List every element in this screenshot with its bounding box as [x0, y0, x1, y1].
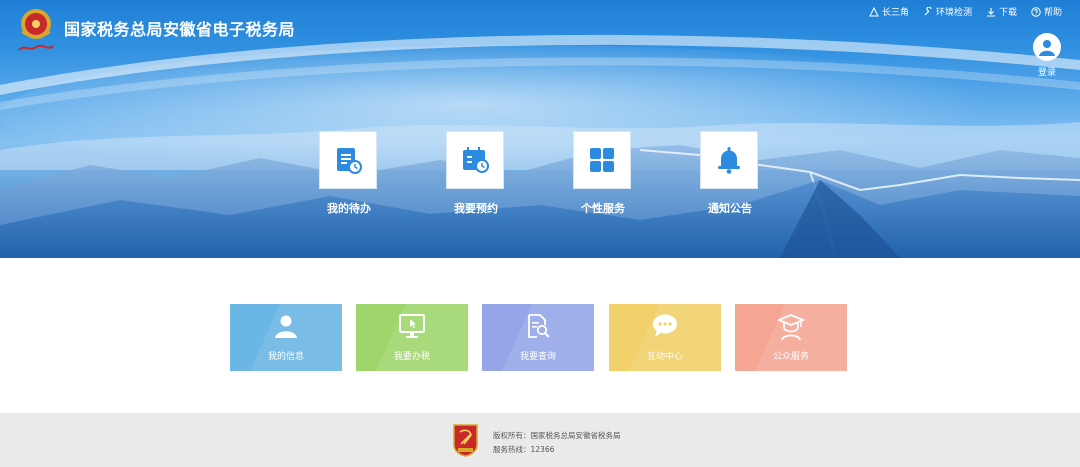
nav-download[interactable]: 下载 [986, 5, 1017, 18]
quick-link-icon-box [319, 131, 377, 189]
tile-query[interactable]: 我要查询 [482, 304, 594, 371]
nav-label: 长三角 [881, 8, 909, 18]
tile-label: 互动中心 [646, 352, 683, 362]
nav-label: 帮助 [1043, 8, 1062, 18]
avatar [1033, 33, 1061, 61]
user-icon [275, 315, 297, 338]
footer-text: 版权所有：国家税务总局安徽省税务局 服务热线：12366 [493, 429, 621, 457]
nav-help[interactable]: 帮助 [1031, 5, 1062, 18]
help-icon [1031, 6, 1041, 17]
quick-link-personal-service[interactable]: 个性服务 [573, 131, 633, 216]
nav-label: 环境检测 [935, 8, 972, 18]
nav-yangtze-delta[interactable]: 长三角 [869, 5, 909, 18]
graduate-icon [777, 314, 805, 341]
top-nav: 长三角 环境检测 下载 帮助 [869, 5, 1062, 18]
calendar-clock-icon [463, 147, 489, 173]
quick-link-icon-box [573, 131, 631, 189]
tax-emblem-icon [18, 9, 54, 51]
quick-link-label: 我要预约 [454, 202, 498, 215]
document-search-icon [528, 314, 550, 338]
quick-link-icon-box [446, 131, 504, 189]
quick-link-icon-box [700, 131, 758, 189]
chat-icon [653, 314, 677, 337]
quick-link-notices[interactable]: 通知公告 [700, 131, 760, 216]
site-title: 国家税务总局安徽省电子税务局 [64, 20, 296, 39]
hero-banner: 国家税务总局安徽省电子税务局 长三角 环境检测 下载 帮助 登录 我的待办 我要… [0, 0, 1080, 258]
monitor-icon [399, 314, 425, 338]
download-icon [986, 7, 995, 17]
wrench-icon [924, 6, 932, 15]
todo-list-icon [337, 148, 362, 174]
grid-icon [590, 148, 614, 172]
quick-link-label: 我的待办 [327, 202, 371, 215]
tile-do-tax[interactable]: 我要办税 [356, 304, 468, 371]
triangle-icon [869, 6, 879, 16]
bell-icon [718, 147, 740, 174]
nav-label: 下载 [998, 8, 1017, 18]
tile-my-info[interactable]: 我的信息 [230, 304, 342, 371]
footer-hotline: 服务热线：12366 [493, 445, 555, 454]
footer-copyright: 版权所有：国家税务总局安徽省税务局 [493, 431, 621, 440]
quick-link-appointment[interactable]: 我要预约 [446, 131, 506, 216]
footer: 版权所有：国家税务总局安徽省税务局 服务热线：12366 [0, 413, 1080, 467]
tile-interaction-center[interactable]: 互动中心 [609, 304, 721, 371]
tile-label: 公众服务 [772, 352, 809, 362]
quick-link-label: 通知公告 [708, 202, 752, 215]
nav-env-check[interactable]: 环境检测 [923, 5, 972, 18]
tile-public-service[interactable]: 公众服务 [735, 304, 847, 371]
login-button[interactable]: 登录 [1031, 33, 1063, 78]
quick-link-label: 个性服务 [581, 202, 625, 215]
quick-link-todo[interactable]: 我的待办 [319, 131, 379, 216]
login-label: 登录 [1037, 68, 1056, 78]
user-icon [1039, 40, 1055, 56]
party-badge-icon [453, 424, 478, 457]
tile-label: 我要查询 [519, 352, 556, 362]
tile-label: 我的信息 [267, 352, 304, 362]
tile-label: 我要办税 [393, 352, 430, 362]
